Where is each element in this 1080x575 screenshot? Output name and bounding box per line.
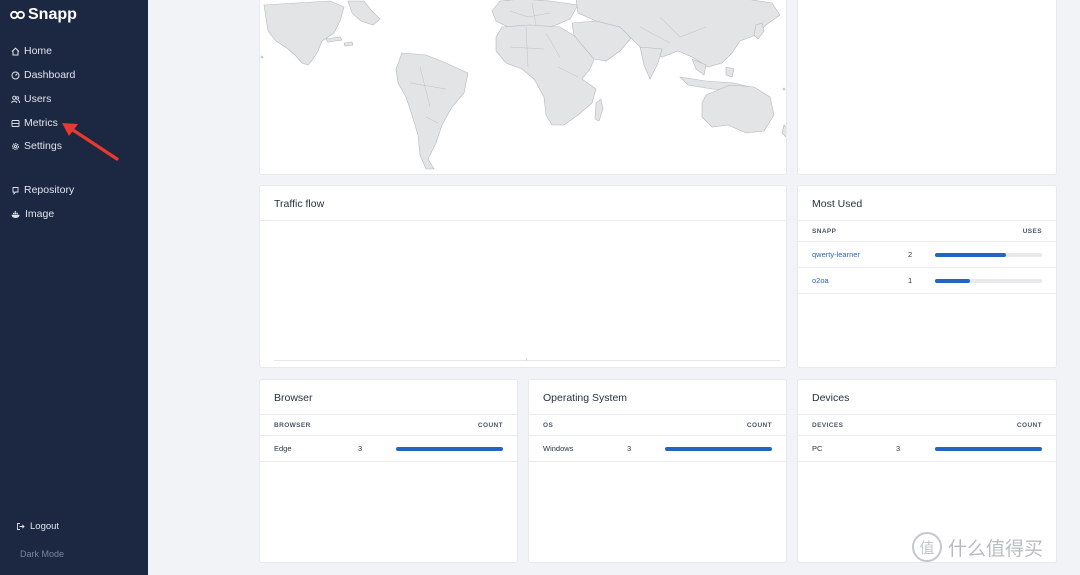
usage-bar-fill: [935, 253, 1006, 257]
card-title: Most Used: [812, 198, 863, 210]
watermark-text: 什么值得买: [948, 537, 1044, 560]
snapp-link[interactable]: o2oa: [812, 276, 829, 285]
chart-tick: [526, 358, 527, 361]
table-row: PC 3: [798, 436, 1056, 462]
count-bar: [665, 447, 772, 451]
logout-label: Logout: [30, 521, 60, 532]
github-icon: [12, 186, 19, 195]
sidebar-item-users[interactable]: Users: [11, 93, 51, 105]
dashboard-icon: [11, 71, 20, 79]
count-bar: [935, 447, 1042, 451]
column-header-uses: USES: [1022, 228, 1042, 235]
home-icon: [11, 47, 20, 55]
column-header-count: COUNT: [477, 422, 503, 429]
snapp-link[interactable]: qwerty-learner: [812, 250, 860, 259]
top-right-card: [797, 0, 1057, 175]
sidebar-item-settings[interactable]: Settings: [11, 140, 62, 152]
count-bar: [396, 447, 503, 451]
annotation-arrow: [62, 123, 119, 161]
browser-count: 3: [358, 444, 363, 453]
sidebar-item-dashboard[interactable]: Dashboard: [11, 69, 75, 81]
sidebar-item-label: Image: [25, 208, 55, 220]
device-count: 3: [896, 444, 901, 453]
card-title: Traffic flow: [274, 198, 325, 210]
sidebar-item-metrics[interactable]: Metrics: [11, 117, 58, 129]
traffic-flow-card: Traffic flow: [259, 185, 787, 368]
column-header-count: COUNT: [1016, 422, 1042, 429]
logout-button[interactable]: Logout: [16, 521, 59, 532]
sidebar-item-label: Metrics: [24, 117, 58, 129]
world-map-card: [259, 0, 787, 175]
dark-mode-toggle[interactable]: Dark Mode: [20, 549, 64, 559]
card-title: Browser: [274, 392, 313, 404]
usage-bar-fill: [935, 279, 971, 283]
card-title: Devices: [812, 392, 850, 404]
docker-icon: [11, 210, 20, 218]
device-name: PC: [812, 444, 823, 453]
most-used-card: Most Used SNAPP USES qwerty-learner 2 o2…: [797, 185, 1057, 368]
usage-bar: [935, 279, 1042, 283]
chart-axis: [274, 360, 780, 361]
card-title: Operating System: [543, 392, 628, 404]
count-bar-fill: [665, 447, 772, 451]
users-icon: [11, 95, 20, 103]
os-name: Windows: [543, 444, 574, 453]
table-row: Windows 3: [529, 436, 786, 462]
app-name: Snapp: [28, 6, 77, 23]
sidebar-item-label: Users: [24, 93, 52, 105]
world-map[interactable]: [260, 0, 787, 175]
sidebar-item-home[interactable]: Home: [11, 45, 52, 57]
watermark: 值 什么值得买: [912, 532, 1043, 562]
table-header: BROWSER COUNT: [260, 415, 517, 436]
metrics-icon: [11, 119, 20, 127]
sidebar-item-repository[interactable]: Repository: [11, 184, 74, 196]
usage-bar: [935, 253, 1042, 257]
os-count: 3: [627, 444, 632, 453]
table-header: SNAPP USES: [798, 221, 1056, 242]
table-header: OS COUNT: [529, 415, 786, 436]
watermark-logo-icon: 值: [912, 532, 942, 562]
table-header: DEVICES COUNT: [798, 415, 1056, 436]
gear-icon: [12, 142, 19, 150]
column-header-browser: BROWSER: [274, 422, 311, 429]
browser-card: Browser BROWSER COUNT Edge 3: [259, 379, 518, 563]
logout-icon: [17, 523, 25, 530]
operating-system-card: Operating System OS COUNT Windows 3: [528, 379, 787, 563]
column-header-count: COUNT: [746, 422, 772, 429]
use-count: 2: [908, 250, 913, 259]
app-logo[interactable]: Snapp: [10, 6, 77, 24]
sidebar-item-label: Dashboard: [24, 69, 76, 81]
table-row: Edge 3: [260, 436, 517, 462]
sidebar-item-label: Repository: [24, 184, 75, 196]
sidebar-item-label: Home: [24, 45, 53, 57]
count-bar-fill: [396, 447, 503, 451]
sidebar: Snapp Home Dashboard Users Metrics Setti…: [0, 0, 148, 575]
column-header-devices: DEVICES: [812, 422, 844, 429]
count-bar-fill: [935, 447, 1042, 451]
browser-name: Edge: [274, 444, 292, 453]
table-row: o2oa 1: [798, 268, 1056, 294]
infinity-logo-icon: [10, 10, 25, 20]
divider: [260, 220, 786, 221]
sidebar-item-image[interactable]: Image: [11, 208, 54, 220]
table-row: qwerty-learner 2: [798, 242, 1056, 268]
column-header-os: OS: [543, 422, 554, 429]
use-count: 1: [908, 276, 913, 285]
column-header-snapp: SNAPP: [812, 228, 837, 235]
